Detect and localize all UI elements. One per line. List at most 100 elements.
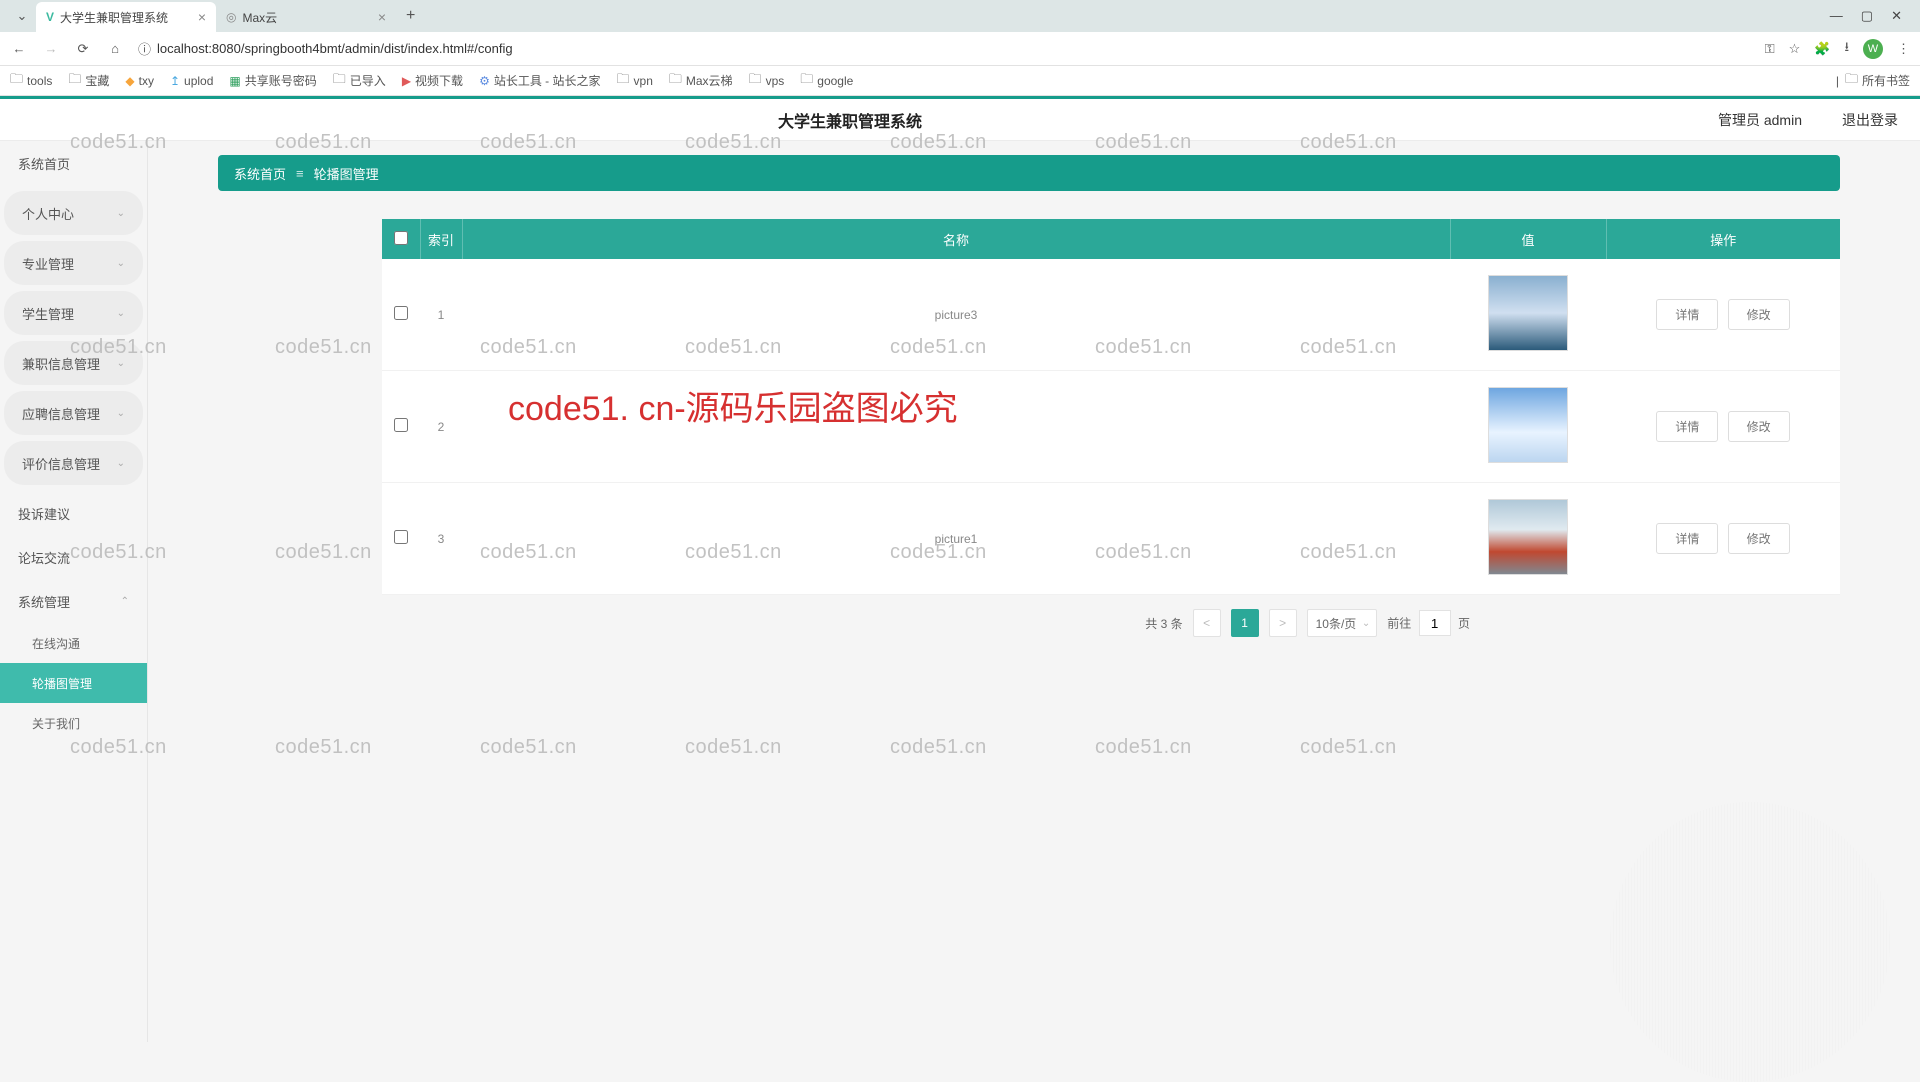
browser-tab-active[interactable]: V 大学生兼职管理系统 × [36, 2, 216, 32]
sidebar-sub-chat[interactable]: 在线沟通 [0, 623, 147, 663]
pagination: 共 3 条 < 1 > 10条/页 ⌄ 前往 页 [382, 609, 1840, 637]
page-size-select[interactable]: 10条/页 ⌄ [1307, 609, 1378, 637]
url-input[interactable] [157, 41, 1751, 56]
cell-index: 2 [420, 371, 462, 483]
profile-avatar[interactable]: W [1863, 39, 1883, 59]
new-tab-button[interactable]: + [396, 7, 425, 25]
bookmark-item[interactable]: ▦共享账号密码 [229, 72, 316, 89]
browser-chrome: ⌄ V 大学生兼职管理系统 × ◎ Max云 × + — ▢ ✕ ← → ⟳ ⌂… [0, 0, 1920, 96]
site-info-icon[interactable]: ⓘ [138, 39, 151, 58]
bookmark-item[interactable]: ◆txy [125, 74, 154, 88]
sidebar-item-complaint[interactable]: 投诉建议 [0, 491, 147, 535]
detail-button[interactable]: 详情 [1656, 523, 1718, 554]
app-header: 大学生兼职管理系统 管理员 admin 退出登录 [0, 99, 1920, 141]
sidebar-item-apply[interactable]: 应聘信息管理⌄ [4, 391, 143, 435]
bookmark-item[interactable]: tools [10, 70, 52, 92]
password-icon[interactable]: ⚿ [1765, 41, 1775, 57]
edit-button[interactable]: 修改 [1728, 411, 1790, 442]
goto-page: 前往 页 [1387, 610, 1470, 636]
bookmark-item[interactable]: google [800, 70, 853, 92]
menu-icon[interactable]: ⋮ [1897, 41, 1910, 57]
close-icon[interactable]: × [378, 9, 386, 25]
close-icon[interactable]: × [198, 9, 206, 25]
bookmark-item[interactable]: vpn [617, 70, 653, 92]
breadcrumb-home[interactable]: 系统首页 [234, 164, 286, 183]
all-bookmarks[interactable]: 所有书签 [1845, 70, 1910, 92]
row-checkbox[interactable] [394, 530, 408, 544]
bookmark-item[interactable]: 已导入 [333, 70, 386, 92]
extensions-icon[interactable]: 🧩 [1814, 41, 1830, 57]
thumbnail-image [1488, 387, 1568, 463]
thumbnail-image [1488, 275, 1568, 351]
chevron-down-icon: ⌄ [117, 458, 125, 469]
sidebar-item-system[interactable]: 系统管理⌃ [0, 579, 147, 623]
sidebar-item-jobinfo[interactable]: 兼职信息管理⌄ [4, 341, 143, 385]
tab-bar: ⌄ V 大学生兼职管理系统 × ◎ Max云 × + — ▢ ✕ [0, 0, 1920, 32]
url-field[interactable]: ⓘ [138, 39, 1751, 58]
reload-icon[interactable]: ⟳ [74, 41, 92, 57]
chevron-down-icon: ⌄ [117, 408, 125, 419]
forward-icon[interactable]: → [42, 41, 60, 56]
breadcrumb-current: 轮播图管理 [314, 164, 379, 183]
cell-name: picture3 [462, 259, 1450, 371]
detail-button[interactable]: 详情 [1656, 299, 1718, 330]
chevron-down-icon: ⌄ [1362, 618, 1370, 629]
content-area: 系统首页 ≡ 轮播图管理 索引 名称 值 操作 [148, 141, 1920, 1042]
browser-tab[interactable]: ◎ Max云 × [216, 2, 396, 32]
row-checkbox[interactable] [394, 418, 408, 432]
downloads-icon[interactable]: ⭳ [1844, 38, 1849, 60]
sidebar-sub-carousel[interactable]: 轮播图管理 [0, 663, 147, 703]
chevron-down-icon: ⌄ [117, 208, 125, 219]
row-checkbox[interactable] [394, 306, 408, 320]
bookmark-item[interactable]: Max云梯 [669, 70, 733, 92]
edit-button[interactable]: 修改 [1728, 523, 1790, 554]
page-number-button[interactable]: 1 [1231, 609, 1259, 637]
cell-index: 1 [420, 259, 462, 371]
goto-page-input[interactable] [1419, 610, 1451, 636]
thumbnail-image [1488, 499, 1568, 575]
logout-link[interactable]: 退出登录 [1820, 110, 1920, 130]
home-icon[interactable]: ⌂ [106, 41, 124, 56]
tabs-dropdown[interactable]: ⌄ [8, 8, 36, 24]
col-ops: 操作 [1606, 219, 1840, 259]
col-checkbox [382, 219, 420, 259]
app-title: 大学生兼职管理系统 [0, 108, 1700, 132]
pagination-total: 共 3 条 [1145, 615, 1182, 632]
chevron-up-icon: ⌃ [121, 596, 129, 607]
minimize-icon[interactable]: — [1830, 8, 1843, 24]
detail-button[interactable]: 详情 [1656, 411, 1718, 442]
bookmark-item[interactable]: ⚙站长工具 - 站长之家 [479, 72, 600, 89]
watermark-big: code51. cn-源码乐园盗图必究 [508, 381, 958, 430]
sidebar-item-student[interactable]: 学生管理⌄ [4, 291, 143, 335]
breadcrumb: 系统首页 ≡ 轮播图管理 [218, 155, 1840, 191]
prev-page-button[interactable]: < [1193, 609, 1221, 637]
col-name: 名称 [462, 219, 1450, 259]
sidebar-item-home[interactable]: 系统首页 [0, 141, 147, 185]
back-icon[interactable]: ← [10, 41, 28, 56]
col-index: 索引 [420, 219, 462, 259]
col-value: 值 [1450, 219, 1606, 259]
sidebar-item-forum[interactable]: 论坛交流 [0, 535, 147, 579]
tab-title: 大学生兼职管理系统 [60, 9, 168, 26]
close-window-icon[interactable]: ✕ [1891, 8, 1902, 24]
bookmarks-bar: tools 宝藏 ◆txy ↥uplod ▦共享账号密码 已导入 ▶视频下载 ⚙… [0, 66, 1920, 96]
bookmark-star-icon[interactable]: ☆ [1789, 41, 1801, 57]
sidebar-item-review[interactable]: 评价信息管理⌄ [4, 441, 143, 485]
next-page-button[interactable]: > [1269, 609, 1297, 637]
sidebar-item-major[interactable]: 专业管理⌄ [4, 241, 143, 285]
cell-name: picture1 [462, 483, 1450, 595]
current-user[interactable]: 管理员 admin [1700, 110, 1820, 130]
bookmark-item[interactable]: vps [749, 70, 785, 92]
edit-button[interactable]: 修改 [1728, 299, 1790, 330]
favicon: V [46, 10, 54, 24]
table-row: 3 picture1 详情 修改 [382, 483, 1840, 595]
breadcrumb-sep-icon: ≡ [296, 166, 304, 181]
bookmark-item[interactable]: 宝藏 [68, 70, 109, 92]
sidebar-item-profile[interactable]: 个人中心⌄ [4, 191, 143, 235]
chevron-down-icon: ⌄ [117, 358, 125, 369]
maximize-icon[interactable]: ▢ [1861, 8, 1873, 24]
bookmark-item[interactable]: ↥uplod [170, 74, 213, 88]
sidebar-sub-about[interactable]: 关于我们 [0, 703, 147, 743]
select-all-checkbox[interactable] [394, 231, 408, 245]
bookmark-item[interactable]: ▶视频下载 [402, 72, 463, 89]
